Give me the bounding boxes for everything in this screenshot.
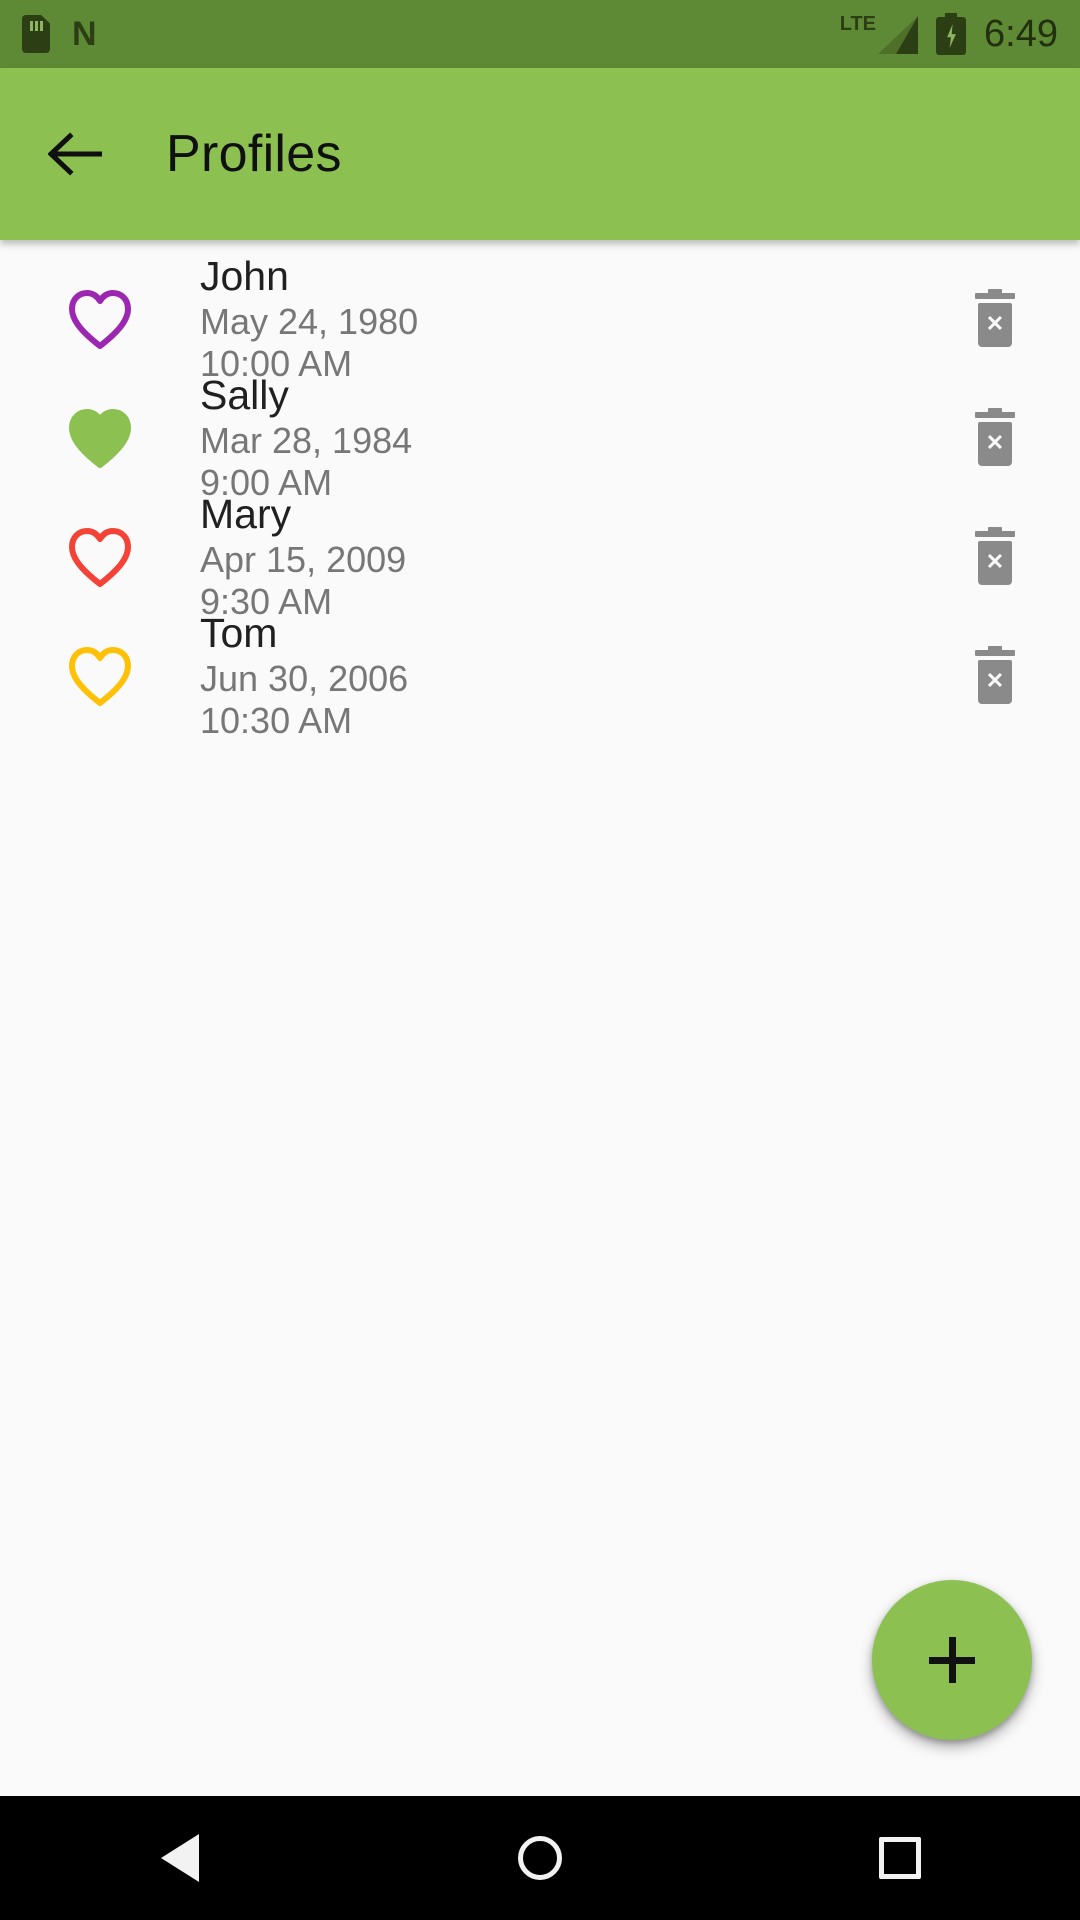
status-bar-clock: 6:49	[984, 13, 1058, 55]
favorite-toggle[interactable]	[0, 408, 200, 469]
profile-time: 10:30 AM	[200, 700, 353, 742]
add-profile-fab[interactable]	[872, 1580, 1032, 1740]
list-item[interactable]: Sally Mar 28, 1984 9:00 AM ✕	[0, 372, 1080, 503]
profile-date: Mar 28, 1984	[200, 420, 413, 462]
trash-icon: ✕	[972, 407, 1018, 466]
list-item[interactable]: John May 24, 1980 10:00 AM ✕	[0, 253, 1080, 384]
page-title: Profiles	[166, 125, 342, 183]
app-bar: Profiles	[0, 68, 1080, 240]
heart-outline-icon	[69, 647, 131, 706]
delete-profile-button[interactable]: ✕	[910, 407, 1080, 466]
nav-recents-button[interactable]	[835, 1796, 965, 1920]
phone-screen: N LTE 6:49 Profiles John May 24, 1980 10…	[0, 0, 1080, 1920]
heart-outline-icon	[69, 290, 131, 349]
list-item-text: Tom Jun 30, 2006 10:30 AM	[200, 610, 910, 743]
profile-date: May 24, 1980	[200, 301, 419, 343]
heart-outline-icon	[69, 528, 131, 587]
sd-card-icon	[22, 15, 50, 53]
lte-label: LTE	[839, 13, 877, 35]
network-type-indicator: LTE	[839, 13, 919, 54]
trash-icon: ✕	[972, 288, 1018, 347]
profile-name: John	[200, 253, 289, 300]
back-button[interactable]	[46, 123, 108, 185]
signal-bars-icon	[878, 16, 919, 54]
heart-filled-icon	[69, 409, 131, 468]
nav-home-button[interactable]	[475, 1796, 605, 1920]
profile-date: Jun 30, 2006	[200, 658, 409, 700]
list-item-text: Mary Apr 15, 2009 9:30 AM	[200, 491, 910, 624]
nav-home-circle-icon	[518, 1836, 562, 1880]
android-n-logo: N	[72, 15, 97, 53]
list-item-text: Sally Mar 28, 1984 9:00 AM	[200, 372, 910, 505]
nav-recents-square-icon	[879, 1837, 921, 1879]
delete-profile-button[interactable]: ✕	[910, 288, 1080, 347]
status-bar: N LTE 6:49	[0, 0, 1080, 68]
delete-profile-button[interactable]: ✕	[910, 645, 1080, 704]
main-content: John May 24, 1980 10:00 AM ✕ Sally Mar 28, 19…	[0, 240, 1080, 1796]
status-bar-right: LTE 6:49	[840, 13, 1058, 55]
back-arrow-icon	[48, 132, 102, 176]
favorite-toggle[interactable]	[0, 289, 200, 350]
profile-name: Mary	[200, 491, 292, 538]
favorite-toggle[interactable]	[0, 646, 200, 707]
battery-charging-icon	[936, 13, 967, 55]
trash-icon: ✕	[972, 645, 1018, 704]
profiles-list: John May 24, 1980 10:00 AM ✕ Sally Mar 28, 19…	[0, 240, 1080, 741]
profile-date: Apr 15, 2009	[200, 539, 407, 581]
nav-back-button[interactable]	[115, 1796, 245, 1920]
favorite-toggle[interactable]	[0, 527, 200, 588]
trash-icon: ✕	[972, 526, 1018, 585]
delete-profile-button[interactable]: ✕	[910, 526, 1080, 585]
nav-back-triangle-icon	[161, 1834, 199, 1882]
profile-name: Tom	[200, 610, 278, 657]
status-bar-left: N	[22, 15, 97, 53]
android-nav-bar	[0, 1796, 1080, 1920]
profile-name: Sally	[200, 372, 289, 419]
list-item[interactable]: Mary Apr 15, 2009 9:30 AM ✕	[0, 491, 1080, 622]
list-item-text: John May 24, 1980 10:00 AM	[200, 253, 910, 386]
list-item[interactable]: Tom Jun 30, 2006 10:30 AM ✕	[0, 610, 1080, 741]
